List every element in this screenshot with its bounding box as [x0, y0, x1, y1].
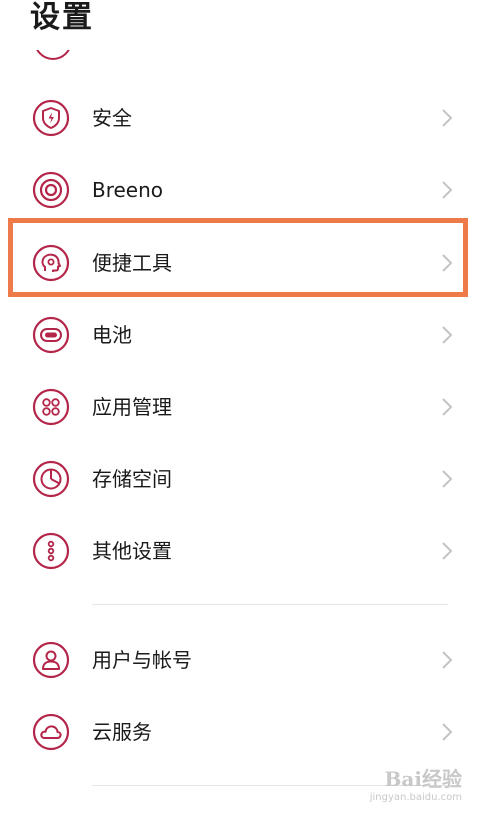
battery-icon — [32, 316, 70, 354]
chevron-right-icon — [442, 470, 453, 488]
chevron-right-icon — [442, 542, 453, 560]
breeno-icon — [32, 171, 70, 209]
settings-item-user-account[interactable]: 用户与帐号 — [0, 627, 484, 693]
settings-item-label: 应用管理 — [92, 395, 172, 419]
settings-item-label: 用户与帐号 — [92, 648, 192, 672]
settings-item-more-settings[interactable]: 其他设置 — [0, 518, 484, 584]
chevron-right-icon — [442, 326, 453, 344]
shield-icon — [32, 99, 70, 137]
settings-item-breeno[interactable]: Breeno — [0, 157, 484, 223]
watermark-logo-text: Bai经验 — [384, 767, 462, 791]
user-account-icon — [32, 641, 70, 679]
settings-item-label: 电池 — [92, 323, 132, 347]
page-title: 设置 — [30, 0, 94, 35]
app-management-icon — [32, 388, 70, 426]
settings-item-storage[interactable]: 存储空间 — [0, 446, 484, 512]
chevron-right-icon — [442, 398, 453, 416]
chevron-right-icon — [442, 723, 453, 741]
chevron-right-icon — [442, 651, 453, 669]
watermark: Bai经验 jingyan.baidu.com — [370, 763, 462, 803]
settings-item-security[interactable]: 安全 — [0, 85, 484, 151]
cloud-icon — [32, 713, 70, 751]
settings-item-label: Breeno — [92, 178, 164, 202]
storage-icon — [32, 460, 70, 498]
highlight-box — [8, 218, 468, 297]
settings-item-app-management[interactable]: 应用管理 — [0, 374, 484, 440]
more-settings-icon — [32, 532, 70, 570]
chevron-right-icon — [442, 181, 453, 199]
settings-item-battery[interactable]: 电池 — [0, 302, 484, 368]
watermark-url: jingyan.baidu.com — [369, 792, 462, 803]
settings-item-label: 安全 — [92, 106, 132, 130]
settings-item-label: 其他设置 — [92, 539, 172, 563]
settings-item-label: 云服务 — [92, 720, 152, 744]
settings-item-label: 存储空间 — [92, 467, 172, 491]
settings-item-cloud[interactable]: 云服务 — [0, 699, 484, 765]
section-divider — [92, 604, 448, 605]
chevron-right-icon — [442, 109, 453, 127]
